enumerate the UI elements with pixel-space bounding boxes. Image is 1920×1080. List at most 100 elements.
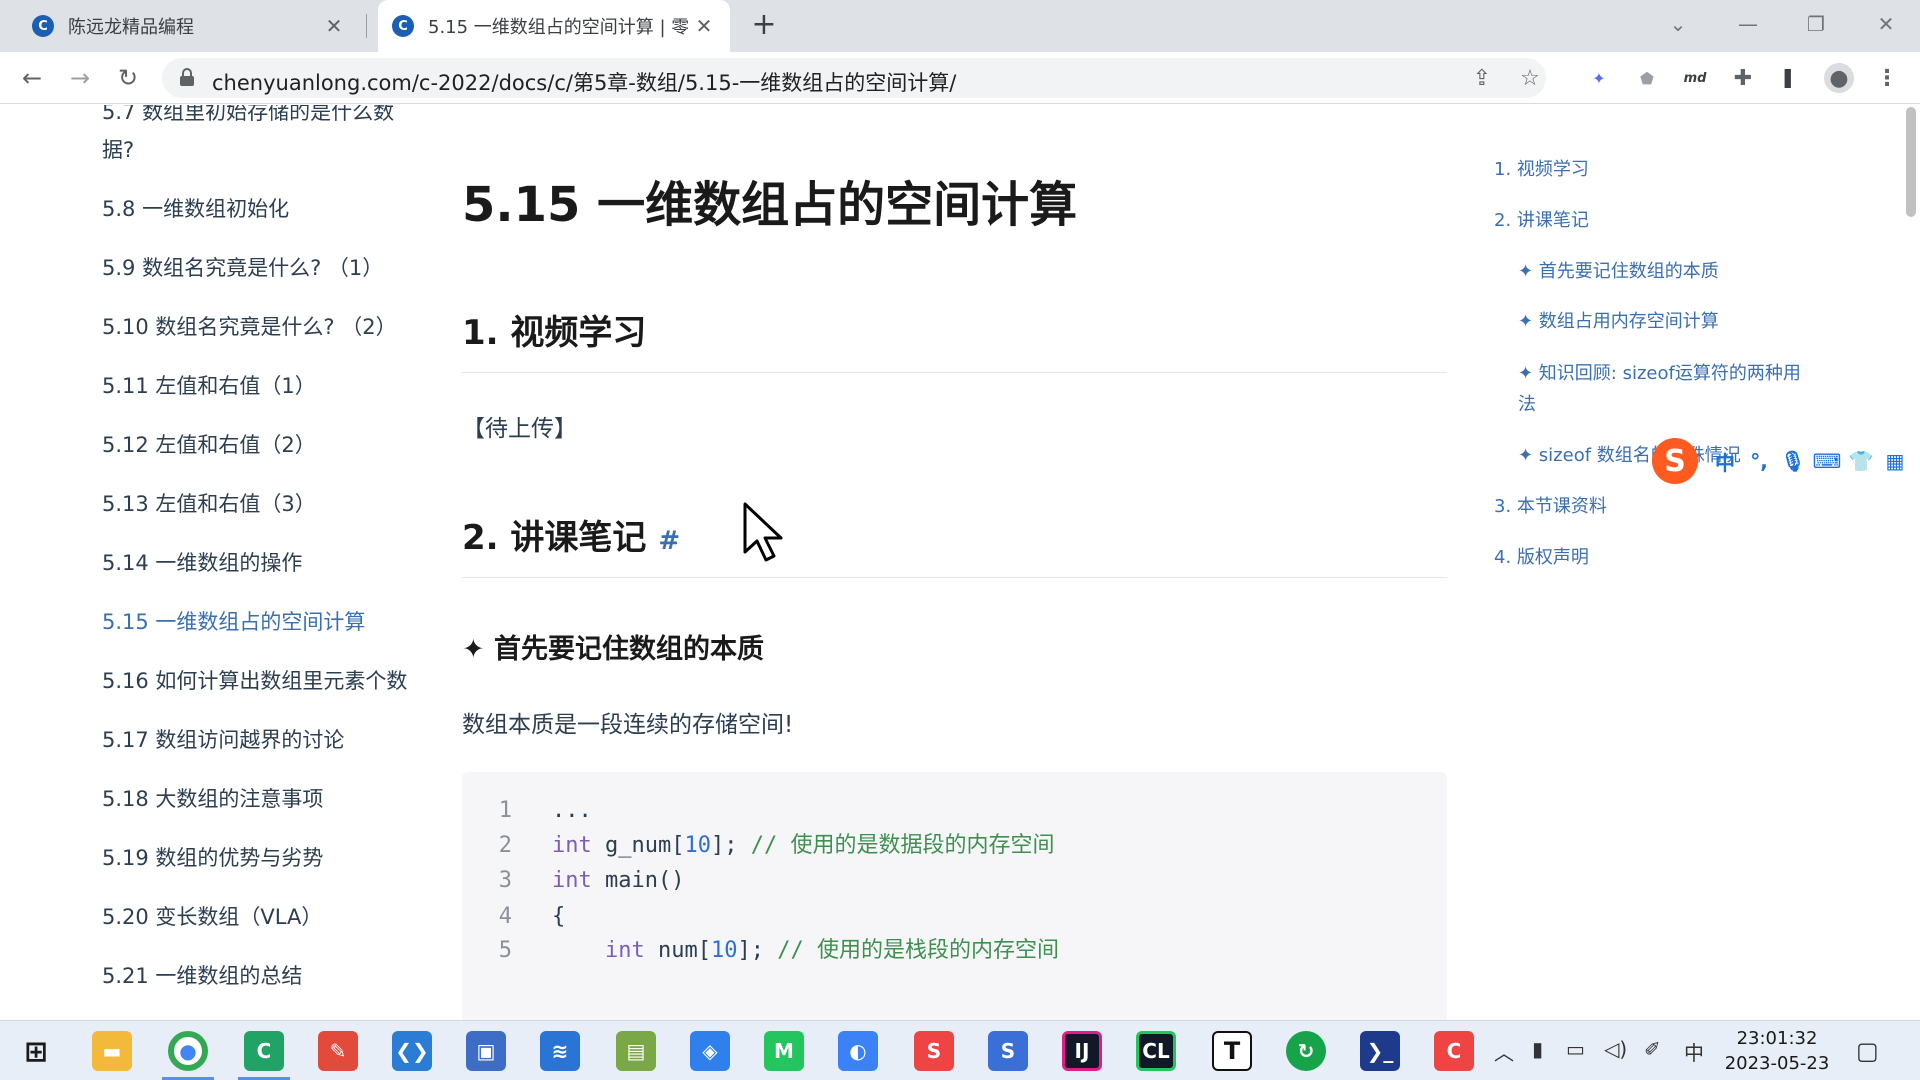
url-path: /c-2022/docs/c/第5章-数组/5.15-一维数组占的空间计算/ <box>411 71 957 95</box>
skin-shirt-icon[interactable]: 👕 <box>1844 444 1878 478</box>
sidebar-item-5-21[interactable]: 5.21 一维数组的总结 <box>102 957 412 995</box>
code-token: g_num[ <box>591 833 685 858</box>
sidebar-item-5-12[interactable]: 5.12 左值和右值（2） <box>102 426 412 464</box>
pen-icon[interactable]: ✐ <box>1644 1037 1661 1061</box>
sidebar-item-5-17[interactable]: 5.17 数组访问越界的讨论 <box>102 721 412 759</box>
extension-shield-icon[interactable]: ⬟ <box>1632 63 1662 93</box>
new-tab-button[interactable]: + <box>748 10 780 42</box>
tab-title: 5.15 一维数组占的空间计算 | 零基 <box>428 17 688 38</box>
close-icon[interactable]: ✕ <box>692 14 716 38</box>
image-viewer-icon[interactable]: ▤ <box>616 1031 656 1071</box>
sidebar-item-5-9[interactable]: 5.9 数组名究竟是什么? （1） <box>102 249 412 287</box>
sogou-logo-icon[interactable]: S <box>1652 438 1698 484</box>
toc-item-materials[interactable]: 3. 本节课资料 <box>1494 492 1607 522</box>
toc-item-notes[interactable]: 2. 讲课笔记 <box>1494 206 1589 236</box>
sidebar-item-5-20[interactable]: 5.20 变长数组（VLA） <box>102 898 412 936</box>
ime-mode-toggle[interactable]: 中 <box>1708 444 1742 478</box>
sidebar-item-5-11[interactable]: 5.11 左值和右值（1） <box>102 367 412 405</box>
mouse-pointer-icon <box>743 502 783 562</box>
tab-separator <box>366 14 367 38</box>
c-logo-icon: C <box>392 15 414 37</box>
close-icon[interactable]: ✕ <box>322 14 346 38</box>
sidebar-item-5-19[interactable]: 5.19 数组的优势与劣势 <box>102 839 412 877</box>
minimize-button[interactable]: — <box>1728 6 1768 42</box>
reload-icon[interactable]: ↻ <box>112 62 144 94</box>
toc-item-copyright[interactable]: 4. 版权声明 <box>1494 543 1589 573</box>
share-icon[interactable]: ⇪ <box>1466 62 1498 94</box>
sidebar-item-5-15[interactable]: 5.15 一维数组占的空间计算 <box>102 603 412 641</box>
toc-item-memory-calc[interactable]: ✦ 数组占用内存空间计算 <box>1518 307 1719 337</box>
code-token: // 使用的是栈段的内存空间 <box>777 938 1059 963</box>
markdown-editor-icon[interactable]: M <box>764 1031 804 1071</box>
sogou-app-icon[interactable]: S <box>914 1031 954 1071</box>
close-window-button[interactable]: ✕ <box>1866 6 1906 42</box>
sidebar-item-5-13[interactable]: 5.13 左值和右值（3） <box>102 485 412 523</box>
page-scrollbar[interactable] <box>1906 107 1916 217</box>
layers-app-icon[interactable]: ◈ <box>690 1031 730 1071</box>
heading-anchor-link[interactable]: # <box>658 526 680 556</box>
network-icon[interactable]: ▭ <box>1566 1037 1585 1061</box>
clion-icon[interactable]: CL <box>1136 1031 1176 1071</box>
grid-menu-icon[interactable]: ▦ <box>1878 444 1912 478</box>
toc-item-essence[interactable]: ✦ 首先要记住数组的本质 <box>1518 257 1719 287</box>
chrome-icon[interactable]: ● <box>168 1031 208 1071</box>
chat-app-icon[interactable]: ◐ <box>838 1031 878 1071</box>
bookmark-star-icon[interactable]: ☆ <box>1514 62 1546 94</box>
profile-avatar-icon[interactable]: ● <box>1824 63 1854 93</box>
notification-icon[interactable]: ▢ <box>1856 1037 1879 1065</box>
input-language[interactable]: 中 <box>1684 1037 1704 1066</box>
restore-button[interactable]: ❐ <box>1796 6 1836 42</box>
line-number: 3 <box>498 868 512 893</box>
tab-chenyuanlong-home[interactable]: C 陈远龙精品编程 ✕ <box>20 0 360 52</box>
menu-kebab-icon[interactable]: ⋮ <box>1872 63 1902 93</box>
sidebar-item-5-8[interactable]: 5.8 一维数组初始化 <box>102 190 412 228</box>
extension-bird-icon[interactable]: ✦ <box>1584 63 1614 93</box>
typora-icon[interactable]: T <box>1212 1031 1252 1071</box>
divider <box>462 577 1447 578</box>
url-text[interactable]: chenyuanlong.com/c-2022/docs/c/第5章-数组/5.… <box>212 67 956 97</box>
sidebar-item-5-10[interactable]: 5.10 数组名究竟是什么? （2） <box>102 308 412 346</box>
forward-arrow-icon[interactable]: → <box>64 62 96 94</box>
vscode-icon[interactable]: ❮❯ <box>392 1031 432 1071</box>
address-bar[interactable]: chenyuanlong.com/c-2022/docs/c/第5章-数组/5.… <box>162 58 1546 98</box>
sidebar-item-5-16[interactable]: 5.16 如何计算出数组里元素个数 <box>102 662 412 700</box>
toc-item-video[interactable]: 1. 视频学习 <box>1494 155 1589 185</box>
page-content: 5.7 数组里初始存储的是什么数据? 5.8 一维数组初始化 5.9 数组名究竟… <box>0 105 1920 1020</box>
intellij-icon[interactable]: IJ <box>1062 1031 1102 1071</box>
pencil-notes-icon[interactable]: ✎ <box>318 1031 358 1071</box>
remote-desktop-icon[interactable]: ▣ <box>466 1031 506 1071</box>
recycle-app-icon[interactable]: ↻ <box>1286 1031 1326 1071</box>
section-heading-notes-label: 2. 讲课笔记 <box>462 518 647 558</box>
clion-c-icon[interactable]: C <box>244 1031 284 1071</box>
tab-current-page[interactable]: C 5.15 一维数组占的空间计算 | 零基 ✕ <box>378 0 730 52</box>
extensions-puzzle-icon[interactable]: ✚ <box>1728 63 1758 93</box>
back-arrow-icon[interactable]: ← <box>16 62 48 94</box>
windows-start-icon[interactable]: ⊞ <box>16 1031 56 1071</box>
code-text: int main() <box>552 862 684 900</box>
system-clock[interactable]: 23:01:32 2023-05-23 <box>1722 1026 1832 1076</box>
tray-chevron-icon[interactable]: ︿ <box>1494 1037 1514 1066</box>
blue-s-app-icon[interactable]: S <box>988 1031 1028 1071</box>
file-explorer-icon[interactable]: ▬ <box>92 1031 132 1071</box>
code-token: { <box>552 904 566 929</box>
url-host: chenyuanlong.com <box>212 71 412 95</box>
keyboard-icon[interactable]: ⌨ <box>1810 444 1844 478</box>
red-c-app-icon[interactable]: C <box>1434 1031 1474 1071</box>
toc-item-sizeof-review[interactable]: ✦ 知识回顾: sizeof运算符的两种用 <box>1518 359 1801 389</box>
microphone-tray-icon[interactable]: ▮ <box>1532 1037 1543 1061</box>
code-token: 10 <box>710 938 738 963</box>
clock-time: 23:01:32 <box>1736 1028 1818 1049</box>
lock-icon[interactable] <box>180 68 194 86</box>
sidebar-item-5-18[interactable]: 5.18 大数组的注意事项 <box>102 780 412 818</box>
side-panel-icon[interactable]: ▌ <box>1776 63 1806 93</box>
microphone-icon[interactable]: 🎙 <box>1776 444 1810 478</box>
app-stack-icon[interactable]: ≋ <box>540 1031 580 1071</box>
sidebar-item-5-7[interactable]: 5.7 数组里初始存储的是什么数据? <box>102 105 412 169</box>
ime-punctuation-toggle[interactable]: °, <box>1742 444 1776 478</box>
extension-markdown-icon[interactable]: md <box>1680 63 1710 93</box>
tab-search-chevron-icon[interactable]: ⌄ <box>1658 6 1698 42</box>
powershell-icon[interactable]: ❯_ <box>1360 1031 1400 1071</box>
sidebar-item-5-14[interactable]: 5.14 一维数组的操作 <box>102 544 412 582</box>
volume-icon[interactable]: ◁) <box>1604 1037 1627 1061</box>
toc-item-sizeof-review-cont[interactable]: 法 <box>1518 390 1536 420</box>
